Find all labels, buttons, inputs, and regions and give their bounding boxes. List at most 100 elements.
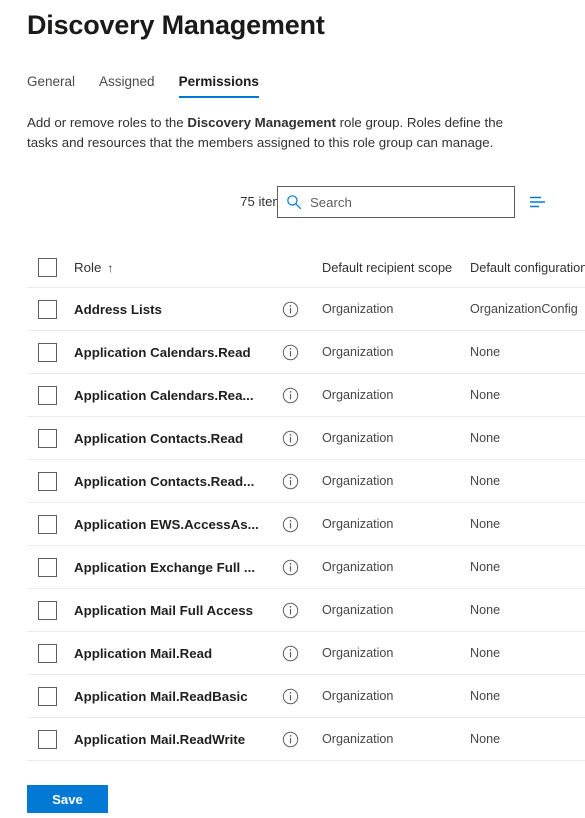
info-icon[interactable] xyxy=(282,473,299,490)
role-name: Application Calendars.Read xyxy=(74,344,251,360)
role-name: Application Mail.ReadWrite xyxy=(74,731,246,747)
table-row[interactable]: Application Contacts.Read... Organization… xyxy=(27,460,585,503)
row-select-cell[interactable] xyxy=(27,342,74,362)
row-select-cell[interactable] xyxy=(27,471,74,491)
default-recipient-scope: Organization xyxy=(322,603,394,617)
role-info-cell[interactable] xyxy=(282,731,322,748)
sort-filter-icon[interactable] xyxy=(527,191,549,213)
table-row[interactable]: Application Calendars.Rea... Organization… xyxy=(27,374,585,417)
search-input[interactable] xyxy=(310,192,506,212)
tab-assigned[interactable]: Assigned xyxy=(87,74,167,98)
panel-description: Add or remove roles to the Discovery Man… xyxy=(27,113,532,153)
role-name: Application Contacts.Read xyxy=(74,430,244,446)
row-checkbox[interactable] xyxy=(38,643,57,663)
row-select-cell[interactable] xyxy=(27,643,74,663)
default-recipient-scope: Organization xyxy=(322,388,394,402)
row-checkbox[interactable] xyxy=(38,385,57,405)
default-recipient-scope: Organization xyxy=(322,431,394,445)
table-header-row: Role ↑ Default recipient scope Default co… xyxy=(27,247,585,288)
row-checkbox[interactable] xyxy=(38,428,57,448)
select-all-cell[interactable] xyxy=(27,257,74,277)
role-name: Application EWS.AccessAs... xyxy=(74,516,259,532)
row-select-cell[interactable] xyxy=(27,686,74,706)
table-row[interactable]: Application EWS.AccessAs... Organization N… xyxy=(27,503,585,546)
info-icon[interactable] xyxy=(282,344,299,361)
tab-permissions-label: Permissions xyxy=(178,74,259,89)
role-info-cell[interactable] xyxy=(282,473,322,490)
default-configuration-scope: None xyxy=(470,474,501,488)
role-info-cell[interactable] xyxy=(282,688,322,705)
discovery-management-panel: Discovery Management General Assigned Pe… xyxy=(0,0,585,818)
info-icon[interactable] xyxy=(282,430,299,447)
table-row[interactable]: Application Mail.ReadBasic Organization No… xyxy=(27,675,585,718)
info-icon[interactable] xyxy=(282,559,299,576)
info-icon[interactable] xyxy=(282,301,299,318)
row-select-cell[interactable] xyxy=(27,514,74,534)
row-select-cell[interactable] xyxy=(27,385,74,405)
search-box[interactable] xyxy=(277,186,515,218)
table-row[interactable]: Application Mail.ReadWrite Organization No… xyxy=(27,718,585,761)
role-info-cell[interactable] xyxy=(282,645,322,662)
default-configuration-scope: None xyxy=(470,560,501,574)
default-configuration-scope: None xyxy=(470,646,501,660)
tab-general[interactable]: General xyxy=(27,74,87,98)
info-icon[interactable] xyxy=(282,688,299,705)
default-recipient-scope: Organization xyxy=(322,517,394,531)
row-checkbox[interactable] xyxy=(38,557,57,577)
row-checkbox[interactable] xyxy=(38,686,57,706)
row-checkbox[interactable] xyxy=(38,471,57,491)
role-info-cell[interactable] xyxy=(282,516,322,533)
roles-table: Role ↑ Default recipient scope Default co… xyxy=(27,247,585,761)
info-icon[interactable] xyxy=(282,516,299,533)
role-info-cell[interactable] xyxy=(282,387,322,404)
info-icon[interactable] xyxy=(282,387,299,404)
default-configuration-scope: None xyxy=(470,689,501,703)
row-select-cell[interactable] xyxy=(27,299,74,319)
page-title: Discovery Management xyxy=(27,10,325,40)
command-bar: 75 items xyxy=(27,186,558,218)
row-checkbox[interactable] xyxy=(38,600,57,620)
column-header-role-label: Role xyxy=(74,259,102,275)
row-checkbox[interactable] xyxy=(38,514,57,534)
default-configuration-scope: OrganizationConfig xyxy=(470,302,578,316)
tab-permissions[interactable]: Permissions xyxy=(167,74,271,98)
column-header-config[interactable]: Default configuration scope xyxy=(470,260,585,275)
select-all-checkbox[interactable] xyxy=(38,257,57,277)
default-configuration-scope: None xyxy=(470,388,501,402)
info-icon[interactable] xyxy=(282,602,299,619)
role-info-cell[interactable] xyxy=(282,559,322,576)
column-header-scope[interactable]: Default recipient scope xyxy=(322,260,470,275)
row-select-cell[interactable] xyxy=(27,428,74,448)
row-select-cell[interactable] xyxy=(27,557,74,577)
sort-ascending-icon: ↑ xyxy=(107,260,114,275)
default-recipient-scope: Organization xyxy=(322,646,394,660)
search-icon xyxy=(287,195,301,209)
table-row[interactable]: Application Mail.Read Organization None xyxy=(27,632,585,675)
row-checkbox[interactable] xyxy=(38,729,57,749)
table-row[interactable]: Application Calendars.Read Organization No… xyxy=(27,331,585,374)
tab-general-label: General xyxy=(27,74,76,89)
role-info-cell[interactable] xyxy=(282,344,322,361)
default-configuration-scope: None xyxy=(470,517,501,531)
table-row[interactable]: Address Lists Organization OrganizationCon… xyxy=(27,288,585,331)
role-info-cell[interactable] xyxy=(282,430,322,447)
info-icon[interactable] xyxy=(282,731,299,748)
table-row[interactable]: Application Contacts.Read Organization Non… xyxy=(27,417,585,460)
role-name: Application Mail.Read xyxy=(74,645,213,661)
row-checkbox[interactable] xyxy=(38,299,57,319)
default-configuration-scope: None xyxy=(470,732,501,746)
default-recipient-scope: Organization xyxy=(322,474,394,488)
save-button[interactable]: Save xyxy=(27,785,108,813)
description-prefix: Add or remove roles to the xyxy=(27,115,188,130)
row-select-cell[interactable] xyxy=(27,729,74,749)
description-emphasis: Discovery Management xyxy=(187,115,336,130)
role-name: Application Exchange Full ... xyxy=(74,559,256,575)
info-icon[interactable] xyxy=(282,645,299,662)
table-row[interactable]: Application Mail Full Access Organization… xyxy=(27,589,585,632)
table-row[interactable]: Application Exchange Full ... Organizatio… xyxy=(27,546,585,589)
role-info-cell[interactable] xyxy=(282,301,322,318)
row-checkbox[interactable] xyxy=(38,342,57,362)
column-header-role[interactable]: Role ↑ xyxy=(74,260,282,275)
row-select-cell[interactable] xyxy=(27,600,74,620)
role-info-cell[interactable] xyxy=(282,602,322,619)
